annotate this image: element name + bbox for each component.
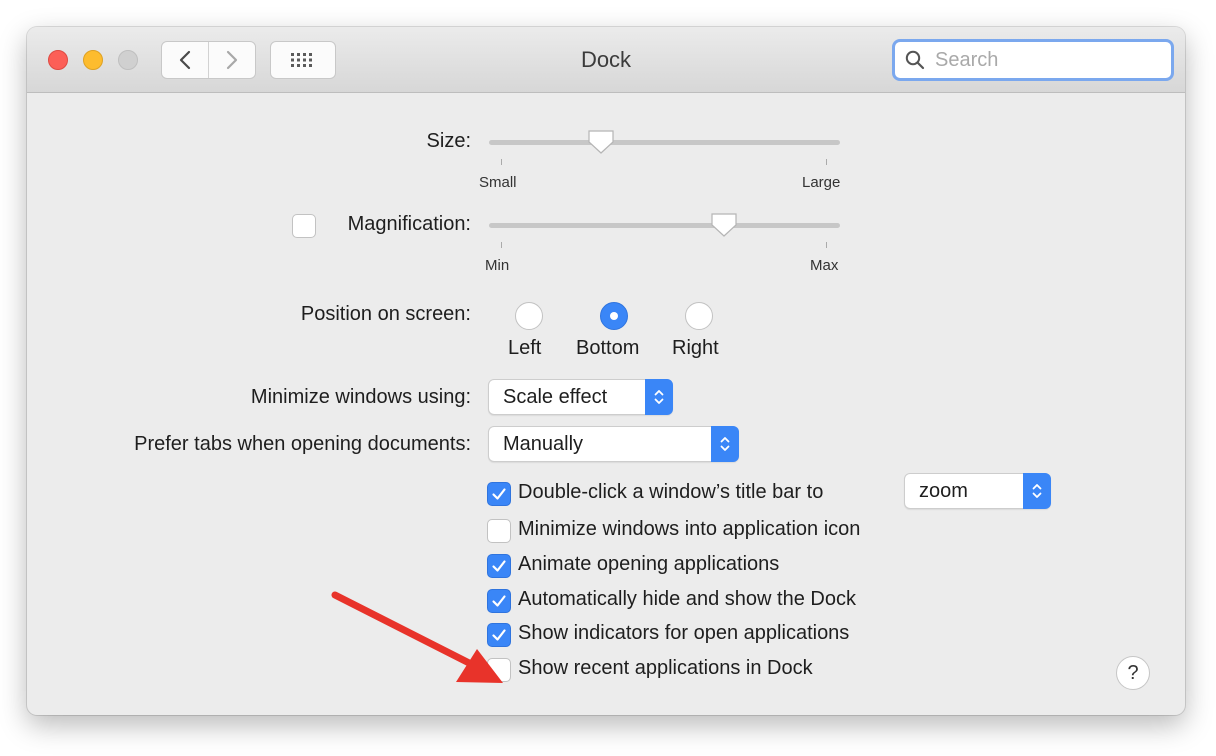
- checkmark-icon: [492, 560, 506, 572]
- magnification-min-label: Min: [485, 257, 510, 274]
- magnification-slider-track: [489, 223, 840, 228]
- chevron-right-icon: [226, 50, 238, 70]
- magnification-label: Magnification:: [347, 213, 471, 235]
- show-all-grid-icon: [291, 53, 312, 67]
- size-slider[interactable]: [489, 127, 840, 157]
- position-label: Position on screen:: [300, 303, 471, 325]
- checkmark-icon: [492, 629, 506, 641]
- double-click-action-stepper[interactable]: [1023, 473, 1051, 509]
- double-click-action-popup[interactable]: zoom: [904, 473, 1051, 509]
- minimize-using-label: Minimize windows using:: [250, 386, 471, 408]
- position-right-radio[interactable]: [685, 302, 713, 330]
- double-click-label: Double-click a window’s title bar to: [518, 481, 824, 503]
- minimize-into-icon-checkbox[interactable]: [487, 519, 511, 543]
- search-icon: [905, 50, 925, 70]
- minimize-effect-stepper[interactable]: [645, 379, 673, 415]
- navigation-buttons: [161, 41, 256, 79]
- magnification-slider[interactable]: [489, 210, 840, 240]
- prefer-tabs-label: Prefer tabs when opening documents:: [134, 433, 471, 455]
- position-bottom-radio[interactable]: [600, 302, 628, 330]
- search-field[interactable]: [892, 39, 1174, 81]
- show-indicators-label: Show indicators for open applications: [518, 622, 850, 644]
- forward-button[interactable]: [208, 42, 255, 78]
- size-slider-track: [489, 140, 840, 145]
- chevron-left-icon: [179, 50, 191, 70]
- magnification-checkbox[interactable]: [292, 214, 316, 238]
- position-right-label: Right: [672, 337, 719, 359]
- close-window-button[interactable]: [48, 50, 68, 70]
- minimize-effect-popup[interactable]: Scale effect: [488, 379, 673, 415]
- title-bar: Dock: [27, 27, 1185, 93]
- size-slider-thumb[interactable]: [587, 129, 615, 155]
- position-bottom-label: Bottom: [576, 337, 640, 359]
- double-click-checkbox[interactable]: [487, 482, 511, 506]
- size-min-tick: [501, 159, 502, 165]
- up-down-chevron-icon: [720, 437, 730, 451]
- minimize-effect-value: Scale effect: [503, 386, 608, 408]
- help-button[interactable]: ?: [1116, 656, 1150, 690]
- minimize-into-icon-label: Minimize windows into application icon: [518, 518, 861, 540]
- show-recent-apps-label: Show recent applications in Dock: [518, 657, 813, 679]
- animate-opening-checkbox[interactable]: [487, 554, 511, 578]
- autohide-dock-checkbox[interactable]: [487, 589, 511, 613]
- zoom-window-button[interactable]: [118, 50, 138, 70]
- size-label: Size:: [426, 130, 471, 152]
- prefer-tabs-popup[interactable]: Manually: [488, 426, 739, 462]
- back-button[interactable]: [162, 42, 208, 78]
- search-input[interactable]: [933, 47, 1153, 73]
- up-down-chevron-icon: [654, 390, 664, 404]
- autohide-dock-label: Automatically hide and show the Dock: [518, 588, 856, 610]
- position-left-radio[interactable]: [515, 302, 543, 330]
- size-max-label: Large: [802, 174, 841, 191]
- position-left-label: Left: [508, 337, 542, 359]
- prefer-tabs-stepper[interactable]: [711, 426, 739, 462]
- magnification-slider-thumb[interactable]: [710, 212, 738, 238]
- double-click-action-value: zoom: [919, 480, 968, 502]
- animate-opening-label: Animate opening applications: [518, 553, 780, 575]
- dock-preferences-window: Dock Size: Small Large Magnification: Mi…: [27, 27, 1185, 715]
- show-recent-apps-checkbox[interactable]: [487, 658, 511, 682]
- magnification-min-tick: [501, 242, 502, 248]
- size-min-label: Small: [479, 174, 517, 191]
- size-max-tick: [826, 159, 827, 165]
- minimize-window-button[interactable]: [83, 50, 103, 70]
- up-down-chevron-icon: [1032, 484, 1042, 498]
- prefer-tabs-value: Manually: [503, 433, 584, 455]
- show-all-button[interactable]: [270, 41, 336, 79]
- magnification-max-label: Max: [810, 257, 839, 274]
- checkmark-icon: [492, 595, 506, 607]
- magnification-max-tick: [826, 242, 827, 248]
- checkmark-icon: [492, 488, 506, 500]
- show-indicators-checkbox[interactable]: [487, 623, 511, 647]
